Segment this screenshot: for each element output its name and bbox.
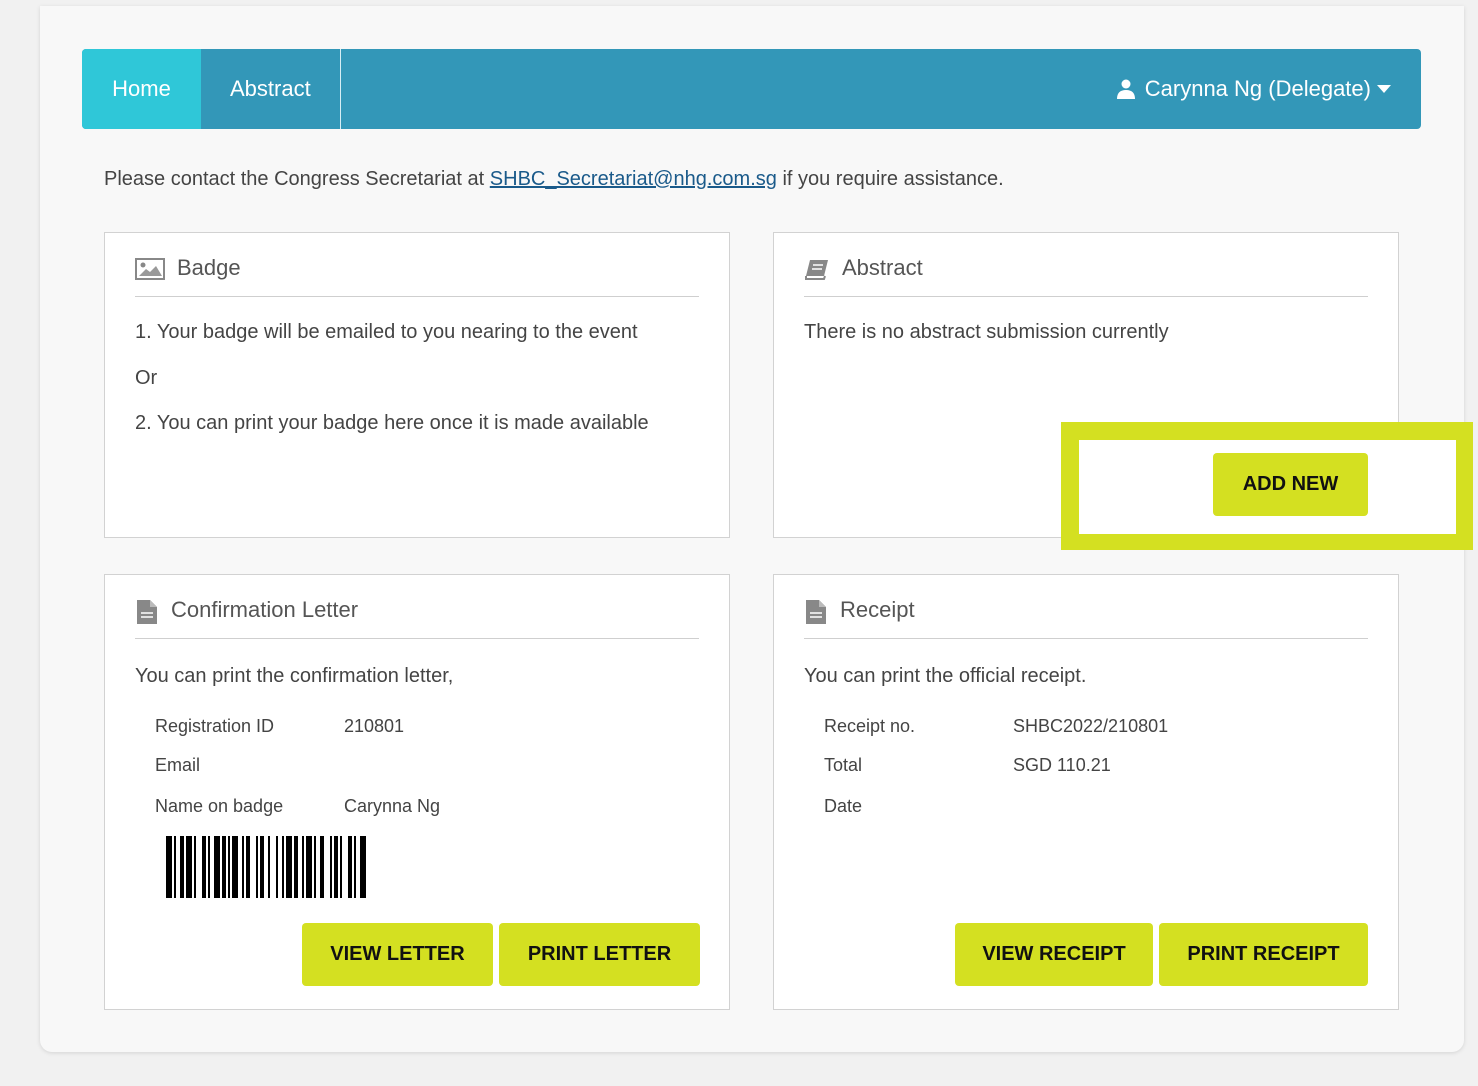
add-new-abstract-button[interactable]: ADD NEW [1213, 453, 1368, 516]
book-icon [805, 260, 828, 280]
print-letter-button[interactable]: PRINT LETTER [499, 923, 700, 986]
receipt-panel-title: Receipt [840, 597, 915, 622]
view-letter-button[interactable]: VIEW LETTER [302, 923, 493, 986]
barcode [166, 836, 366, 898]
badge-line-1: 1. Your badge will be emailed to you nea… [135, 321, 638, 343]
view-receipt-label: VIEW RECEIPT [982, 943, 1126, 965]
view-letter-label: VIEW LETTER [330, 943, 465, 965]
user-menu-label: Carynna Ng (Delegate) [1144, 76, 1371, 101]
barcode-bar [222, 836, 226, 898]
print-receipt-button[interactable]: PRINT RECEIPT [1159, 923, 1368, 986]
barcode-bar [256, 836, 258, 898]
contact-notice: Please contact the Congress Secretariat … [104, 168, 1004, 191]
badge-panel: Badge 1. Your badge will be emailed to y… [104, 232, 730, 538]
barcode-bar [228, 836, 230, 898]
document-icon [137, 600, 157, 624]
name-on-badge-label: Name on badge [155, 796, 284, 816]
view-receipt-button[interactable]: VIEW RECEIPT [955, 923, 1153, 986]
print-letter-label: PRINT LETTER [527, 943, 672, 965]
contact-prefix: Please contact the Congress Secretariat … [104, 168, 485, 190]
confirmation-panel-header: Confirmation Letter [135, 597, 699, 639]
barcode-bar [186, 836, 192, 898]
barcode-bar [334, 836, 338, 898]
barcode-bar [166, 836, 172, 898]
barcode-bar [174, 836, 176, 898]
highlight-border-top [1061, 422, 1473, 440]
barcode-bar [180, 836, 184, 898]
barcode-bar [202, 836, 206, 898]
barcode-bar [268, 836, 270, 898]
barcode-bar [302, 836, 304, 898]
receipt-no-value: SHBC2022/210801 [1013, 716, 1169, 736]
print-receipt-label: PRINT RECEIPT [1187, 943, 1340, 965]
barcode-bar [348, 836, 352, 898]
abstract-empty-message: There is no abstract submission currentl… [804, 321, 1169, 343]
barcode-bar [314, 836, 316, 898]
barcode-bar [340, 836, 342, 898]
badge-line-2: 2. You can print your badge here once it… [135, 412, 649, 434]
barcode-bar [320, 836, 324, 898]
registration-id-label: Registration ID [155, 716, 275, 736]
receipt-intro: You can print the official receipt. [804, 665, 1087, 687]
total-value: SGD 110.21 [1013, 755, 1111, 775]
highlight-border-bottom [1061, 534, 1473, 550]
receipt-no-label: Receipt no. [824, 716, 916, 736]
receipt-panel-header: Receipt [804, 597, 1368, 639]
secretariat-email-link[interactable]: SHBC_Secretariat@nhg.com.sg [490, 168, 777, 190]
add-new-label: ADD NEW [1242, 473, 1339, 495]
date-label: Date [824, 796, 863, 816]
abstract-panel-header: Abstract [804, 255, 1368, 297]
barcode-bar [276, 836, 278, 898]
highlight-border-left [1061, 422, 1079, 550]
tab-home-label: Home [112, 76, 171, 101]
contact-suffix: if you require assistance. [782, 168, 1004, 190]
barcode-bar [354, 836, 356, 898]
image-icon [135, 258, 165, 280]
barcode-bar [232, 836, 238, 898]
badge-panel-header: Badge [135, 255, 699, 297]
top-navbar: Home Abstract Carynna Ng (Delegate) [82, 49, 1421, 129]
barcode-bar [330, 836, 332, 898]
highlight-border-right [1456, 422, 1473, 550]
barcode-bar [194, 836, 196, 898]
total-label: Total [824, 755, 863, 775]
barcode-bar [260, 836, 264, 898]
barcode-bar [282, 836, 284, 898]
confirmation-panel-title: Confirmation Letter [171, 597, 359, 622]
name-on-badge-value: Carynna Ng [344, 796, 441, 816]
document-icon [806, 600, 826, 624]
chevron-down-icon [1377, 85, 1391, 93]
user-menu[interactable]: Carynna Ng (Delegate) [1116, 49, 1421, 129]
barcode-bar [242, 836, 244, 898]
tab-abstract-label: Abstract [230, 76, 311, 101]
barcode-bar [360, 836, 366, 898]
badge-panel-title: Badge [177, 255, 241, 280]
barcode-bar [246, 836, 250, 898]
user-icon [1116, 79, 1135, 99]
tab-abstract[interactable]: Abstract [201, 49, 341, 129]
abstract-panel-title: Abstract [842, 255, 923, 280]
badge-line-or: Or [135, 367, 158, 389]
barcode-bar [286, 836, 292, 898]
confirmation-intro: You can print the confirmation letter, [135, 665, 454, 687]
barcode-bar [208, 836, 210, 898]
registration-id-value: 210801 [344, 716, 405, 736]
barcode-bar [294, 836, 298, 898]
tab-home[interactable]: Home [82, 49, 201, 129]
barcode-bar [306, 836, 312, 898]
email-label: Email [155, 755, 201, 775]
barcode-bar [214, 836, 220, 898]
